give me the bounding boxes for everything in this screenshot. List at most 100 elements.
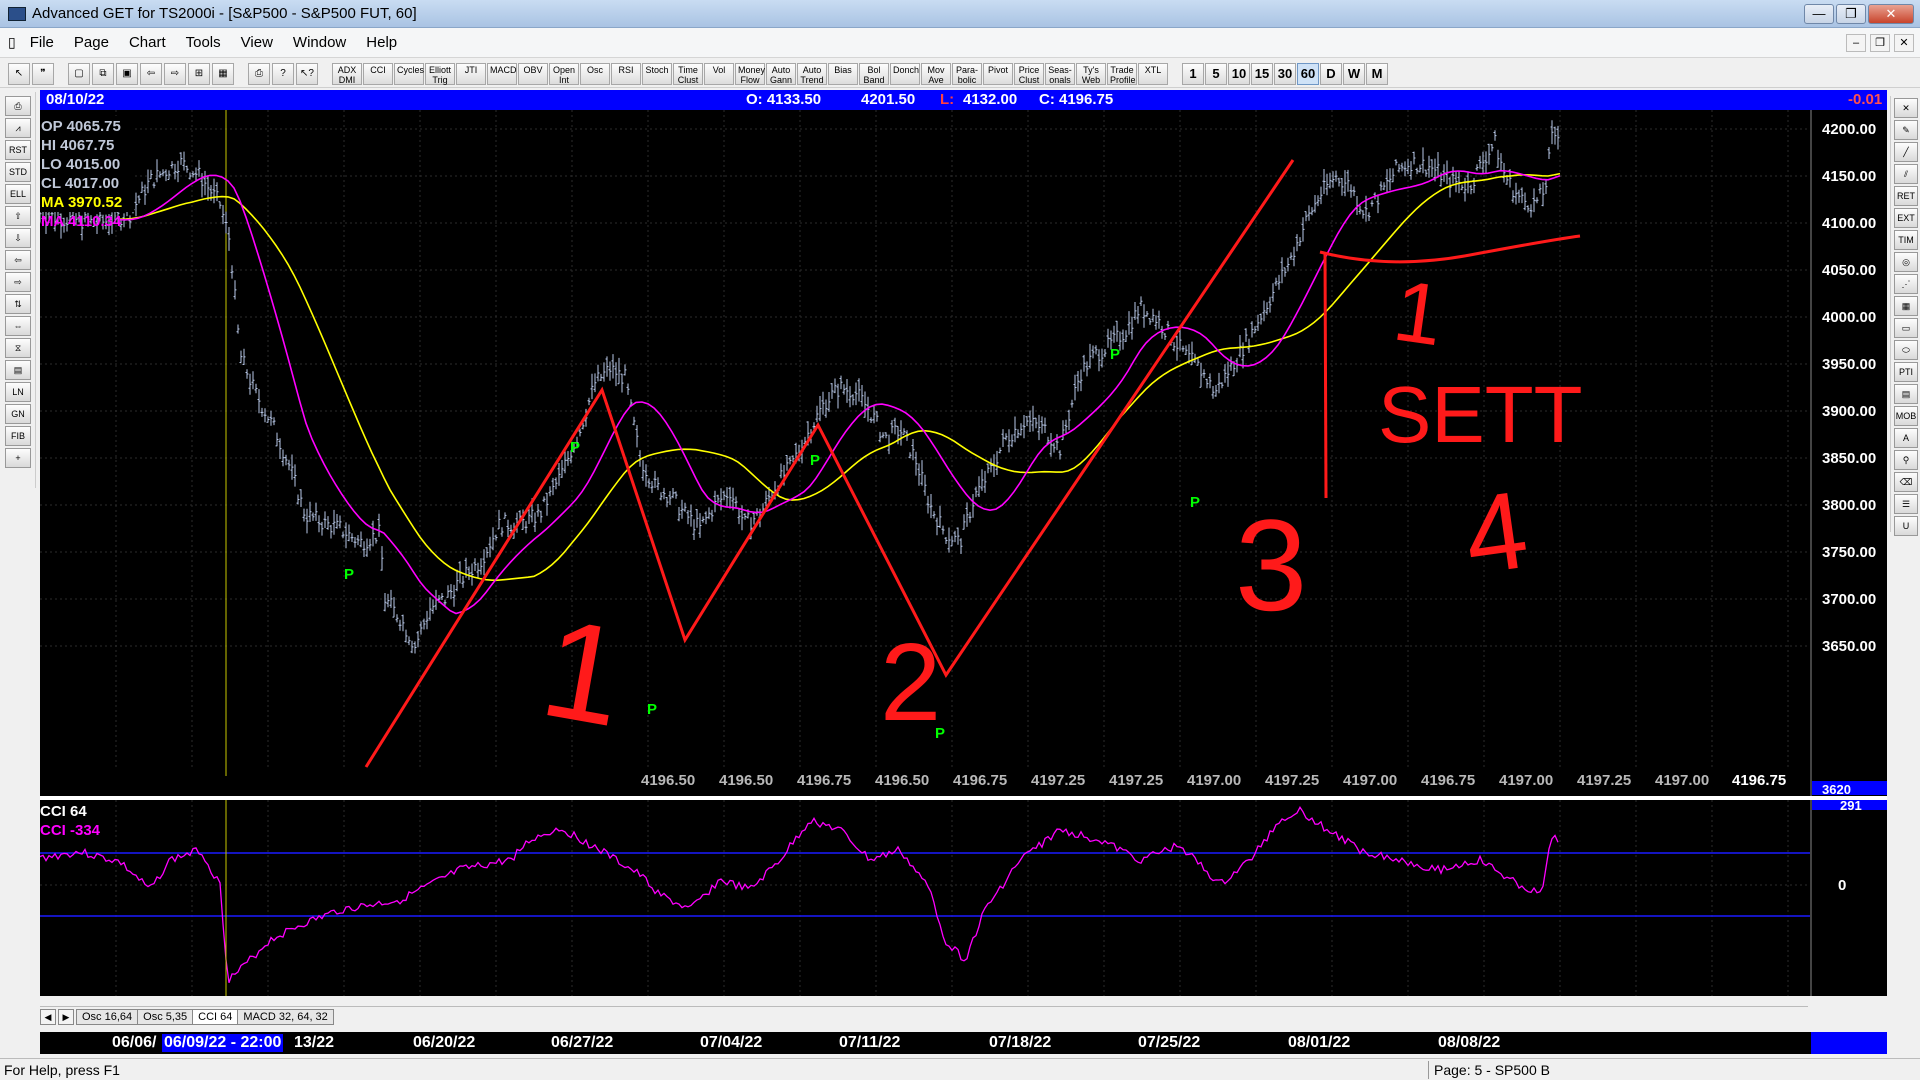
indicator-button[interactable]: Bol Band	[859, 62, 889, 85]
tab-scroll-left-icon[interactable]: ◀	[40, 1008, 56, 1025]
indicator-button[interactable]: Osc	[580, 62, 610, 85]
tile-icon[interactable]: ⊞	[188, 62, 210, 85]
indicator-button[interactable]: RSI	[611, 62, 641, 85]
indicator-button[interactable]: Time Clust	[673, 62, 703, 85]
trendline-tool-icon[interactable]: ╱	[1894, 142, 1918, 162]
indicator-button[interactable]: Para-bolic	[952, 62, 982, 85]
fan-tool-icon[interactable]: ⋰	[1894, 274, 1918, 294]
period-button[interactable]: W	[1343, 62, 1365, 85]
indicator-button[interactable]: XTL	[1138, 62, 1168, 85]
indicator-button[interactable]: Auto Gann	[766, 62, 796, 85]
crosshair-tool-icon[interactable]: +	[5, 448, 31, 468]
fib-ext-icon[interactable]: EXT	[1894, 208, 1918, 228]
grid-tool-icon[interactable]: ▦	[1894, 296, 1918, 316]
menu-tools[interactable]: Tools	[176, 34, 231, 51]
indicator-button[interactable]: Elliott Trig	[425, 62, 455, 85]
pti-tool-icon[interactable]: PTI	[1894, 362, 1918, 382]
menu-chart[interactable]: Chart	[119, 34, 176, 51]
box-tool-icon[interactable]: ▤	[5, 360, 31, 380]
tab-scroll-right-icon[interactable]: ▶	[58, 1008, 74, 1025]
indicator-button[interactable]: OBV	[518, 62, 548, 85]
period-button[interactable]: M	[1366, 62, 1388, 85]
copy-page-icon[interactable]: ⧉	[92, 62, 114, 85]
indicator-button[interactable]: Money Flow	[735, 62, 765, 85]
cci-pane[interactable]: CCI 64 CCI -334 291 0	[40, 800, 1887, 996]
minimize-button[interactable]: —	[1804, 3, 1834, 24]
forward-icon[interactable]: ⇨	[164, 62, 186, 85]
fib-time-icon[interactable]: TIM	[1894, 230, 1918, 250]
indicator-button[interactable]: ADX DMI	[332, 62, 362, 85]
period-button[interactable]: 15	[1251, 62, 1273, 85]
indicator-button[interactable]: Open Int	[549, 62, 579, 85]
ellipse-tool-icon[interactable]: ⬭	[1894, 340, 1918, 360]
period-button[interactable]: D	[1320, 62, 1342, 85]
left-arrow-icon[interactable]: ⇦	[5, 250, 31, 270]
study-tool-icon[interactable]: STD	[5, 162, 31, 182]
tab-osc-16-64[interactable]: Osc 16,64	[76, 1008, 139, 1025]
indicator-button[interactable]: Trade Profile	[1107, 62, 1137, 85]
delete-tool-icon[interactable]: ✕	[1894, 98, 1918, 118]
indicator-button[interactable]: Mov Ave	[921, 62, 951, 85]
list-tool-icon[interactable]: ☰	[1894, 494, 1918, 514]
indicator-button[interactable]: Bias	[828, 62, 858, 85]
elliott-tool-icon[interactable]: ELL	[5, 184, 31, 204]
tab-macd[interactable]: MACD 32, 64, 32	[237, 1008, 334, 1025]
chart-area[interactable]: 4200.00 4150.00 4100.00 4050.00 4000.00 3950.…	[38, 110, 1887, 819]
zoom-tool-icon[interactable]: ⧖	[5, 338, 31, 358]
mob-tool-icon[interactable]: MOB	[1894, 406, 1918, 426]
menu-help[interactable]: Help	[356, 34, 407, 51]
pen-tool-icon[interactable]: ✎	[1894, 120, 1918, 140]
help-lightbulb-icon[interactable]: ?	[272, 62, 294, 85]
down-arrow-icon[interactable]: ⇩	[5, 228, 31, 248]
zigzag-tool-icon[interactable]: ⩘	[5, 118, 31, 138]
price-chart-svg[interactable]: 4200.00 4150.00 4100.00 4050.00 4000.00 3950.…	[38, 110, 1887, 819]
indicator-button[interactable]: JTI	[456, 62, 486, 85]
pointer-tool-icon[interactable]: ↖	[8, 62, 30, 85]
right-arrow-icon[interactable]: ⇨	[5, 272, 31, 292]
mdi-close-button[interactable]: ✕	[1894, 33, 1914, 52]
mdi-restore-button[interactable]: ❐	[1870, 33, 1890, 52]
period-button[interactable]: 30	[1274, 62, 1296, 85]
mdi-minimize-button[interactable]: –	[1846, 33, 1866, 52]
grid-icon[interactable]: ▦	[212, 62, 234, 85]
reset-tool-icon[interactable]: RST	[5, 140, 31, 160]
indicator-button[interactable]: Ty's Web	[1076, 62, 1106, 85]
indicator-button[interactable]: Auto Trend	[797, 62, 827, 85]
expand-icon[interactable]: ⇔	[5, 316, 31, 336]
indicator-button[interactable]: Price Clust	[1014, 62, 1044, 85]
indicator-button[interactable]: Pivot	[983, 62, 1013, 85]
text-tool-icon[interactable]: A	[1894, 428, 1918, 448]
fib-ret-icon[interactable]: RET	[1894, 186, 1918, 206]
tab-cci-64[interactable]: CCI 64	[192, 1008, 239, 1025]
indicator-button[interactable]: Stoch	[642, 62, 672, 85]
up-arrow-icon[interactable]: ⇧	[5, 206, 31, 226]
context-help-icon[interactable]: ↖?	[296, 62, 318, 85]
save-page-icon[interactable]: ▣	[116, 62, 138, 85]
quote-tool-icon[interactable]: ❞	[32, 62, 54, 85]
close-button[interactable]: ✕	[1868, 3, 1914, 24]
eraser-icon[interactable]: ⌫	[1894, 472, 1918, 492]
indicator-button[interactable]: Seas-onals	[1045, 62, 1075, 85]
indicator-button[interactable]: Donch	[890, 62, 920, 85]
indicator-button[interactable]: MACD	[487, 62, 517, 85]
menu-window[interactable]: Window	[283, 34, 356, 51]
new-page-icon[interactable]: ▢	[68, 62, 90, 85]
u-tool-icon[interactable]: U	[1894, 516, 1918, 536]
table-tool-icon[interactable]: ▤	[1894, 384, 1918, 404]
indicator-button[interactable]: Cycles	[394, 62, 424, 85]
gann-tool-icon[interactable]: GN	[5, 404, 31, 424]
back-icon[interactable]: ⇦	[140, 62, 162, 85]
indicator-button[interactable]: CCI	[363, 62, 393, 85]
fib-tool-icon[interactable]: FIB	[5, 426, 31, 446]
lines-tool-icon[interactable]: LN	[5, 382, 31, 402]
print-icon[interactable]: ⎙	[248, 62, 270, 85]
tab-osc-5-35[interactable]: Osc 5,35	[137, 1008, 194, 1025]
period-button[interactable]: 10	[1228, 62, 1250, 85]
period-button[interactable]: 5	[1205, 62, 1227, 85]
menu-file[interactable]: File	[20, 34, 64, 51]
box-draw-icon[interactable]: ▭	[1894, 318, 1918, 338]
period-button[interactable]: 60	[1297, 62, 1319, 85]
compress-icon[interactable]: ⇅	[5, 294, 31, 314]
channel-tool-icon[interactable]: ⫽	[1894, 164, 1918, 184]
menu-page[interactable]: Page	[64, 34, 119, 51]
